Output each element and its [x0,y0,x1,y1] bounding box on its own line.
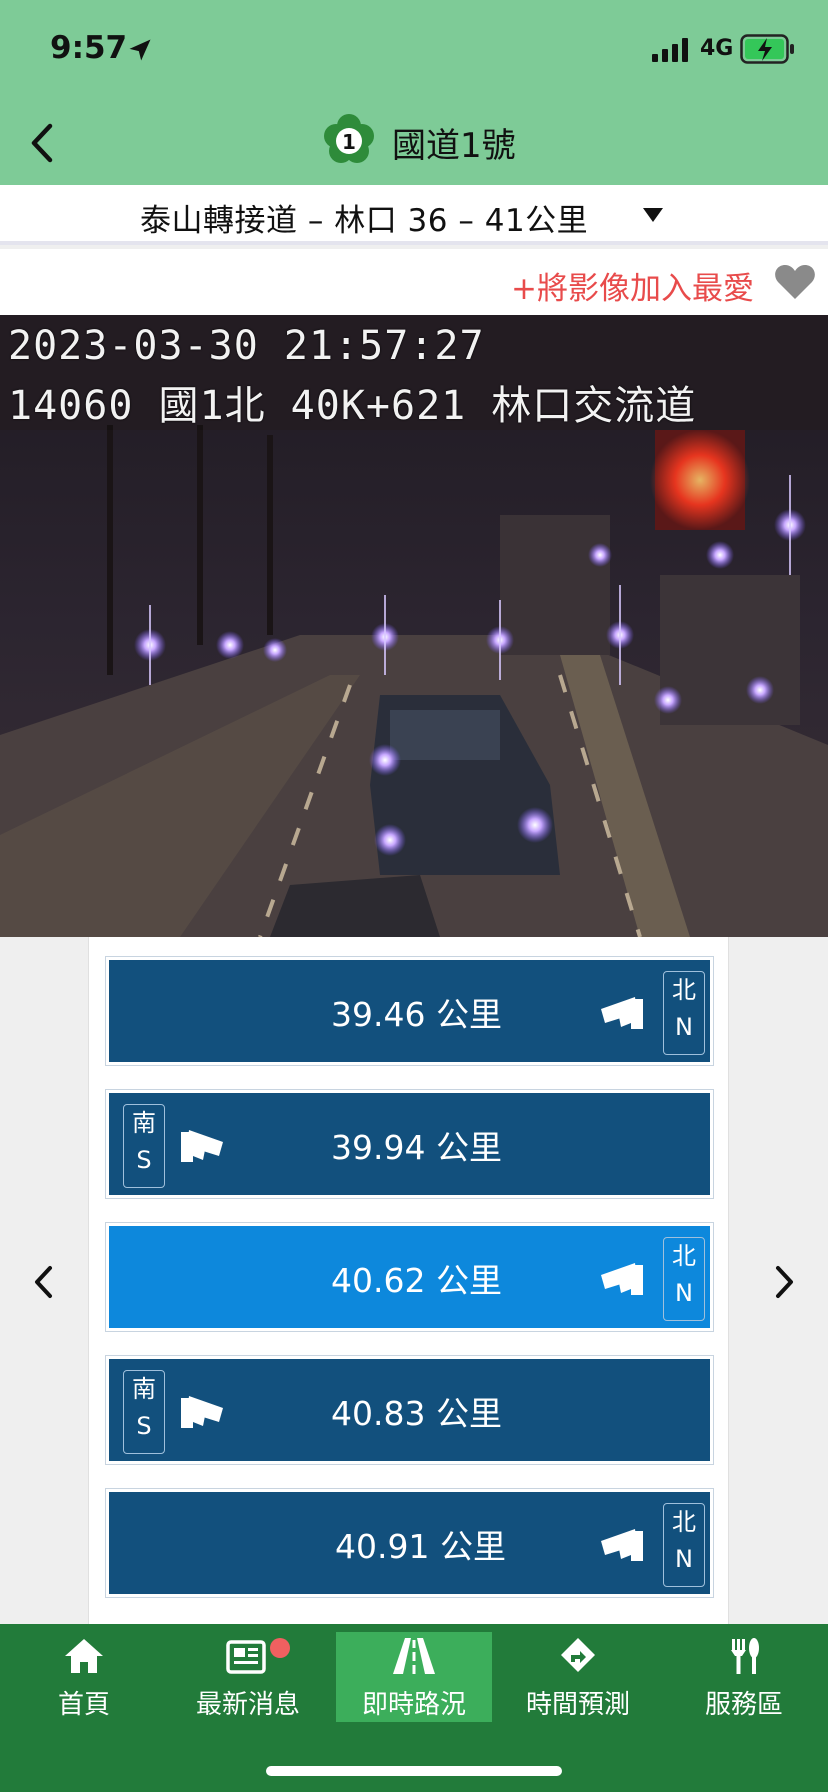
tab-label: 服務區 [704,1690,783,1720]
news-icon [226,1640,266,1674]
camera-item-selected[interactable]: 40.62 公里 北 N [105,1222,714,1332]
direction-letter: N [675,1013,693,1041]
caret-down-icon [643,208,663,222]
camera-item[interactable]: 南 S 39.94 公里 [105,1089,714,1199]
cellular-signal-icon [652,38,688,62]
camera-item[interactable]: 40.91 公里 北 N [105,1488,714,1598]
section-title: 泰山轉接道 – 林口 36 – 41公里 [140,203,589,239]
tab-live-traffic[interactable]: 即時路況 [336,1632,492,1722]
camera-km: 40.83 公里 [331,1394,502,1433]
utensils-icon [731,1638,759,1674]
camera-icon [601,1263,643,1295]
route-number: 1 [342,130,356,154]
favorite-row: +將影像加入最愛 [0,249,828,315]
network-type: 4G [700,36,734,61]
camera-icon [601,1529,643,1561]
direction-letter: N [675,1279,693,1307]
heart-icon[interactable] [774,264,816,300]
route-shield-icon: 1 [324,114,374,163]
direction-letter: S [136,1412,152,1440]
camera-icon [601,997,643,1029]
battery-charging-icon [740,34,794,64]
direction-char: 南 [132,1109,156,1137]
tab-label: 首頁 [57,1690,110,1720]
tab-label: 時間預測 [525,1690,630,1720]
previous-arrow-icon[interactable] [30,1262,58,1302]
tab-home[interactable]: 首頁 [6,1632,162,1722]
direction-char: 北 [672,976,696,1004]
status-time: 9:57 [50,30,128,66]
camera-image: 2023-03-30 21:57:27 14060 國1北 40K+621 林口… [0,315,828,937]
direction-letter: N [675,1545,693,1573]
tab-label: 最新消息 [195,1690,300,1720]
road-icon [393,1638,435,1674]
tab-news[interactable]: 最新消息 [170,1632,326,1722]
direction-letter: S [136,1146,152,1174]
camera-km: 40.91 公里 [335,1527,506,1566]
add-favorite-button[interactable]: +將影像加入最愛 [511,263,754,308]
next-arrow-icon[interactable] [770,1262,798,1302]
nav-bar: 1 國道1號 [0,100,828,185]
direction-badge: 北 N [663,1503,705,1587]
tab-service-area[interactable]: 服務區 [666,1632,822,1722]
notification-badge [270,1638,290,1658]
tab-label: 即時路況 [361,1690,466,1720]
direction-badge: 北 N [663,971,705,1055]
camera-location: 14060 國1北 40K+621 林口交流道 [8,383,697,429]
location-arrow-icon [129,39,151,61]
direction-char: 北 [672,1242,696,1270]
camera-item[interactable]: 南 S 40.83 公里 [105,1355,714,1465]
direction-char: 北 [672,1508,696,1536]
tab-time-prediction[interactable]: 時間預測 [500,1632,656,1722]
direction-icon [561,1638,595,1672]
direction-badge: 北 N [663,1237,705,1321]
back-button[interactable] [22,118,62,168]
camera-km: 39.46 公里 [331,995,502,1034]
home-icon [65,1639,103,1673]
direction-badge: 南 S [123,1370,165,1454]
camera-timestamp: 2023-03-30 21:57:27 [8,323,485,369]
camera-list: 39.46 公里 北 N 南 S 39.94 公里 40.62 公里 北 N 南… [88,937,729,1624]
camera-km: 39.94 公里 [331,1128,502,1167]
home-indicator[interactable] [266,1766,562,1776]
direction-badge: 南 S [123,1104,165,1188]
direction-char: 南 [132,1375,156,1403]
camera-km: 40.62 公里 [331,1261,502,1300]
camera-item[interactable]: 39.46 公里 北 N [105,956,714,1066]
camera-icon [181,1396,223,1428]
section-selector[interactable]: 泰山轉接道 – 林口 36 – 41公里 [0,185,828,245]
camera-icon [181,1130,223,1162]
status-bar: 9:57 4G [0,0,828,100]
page-title: 國道1號 [392,126,516,166]
